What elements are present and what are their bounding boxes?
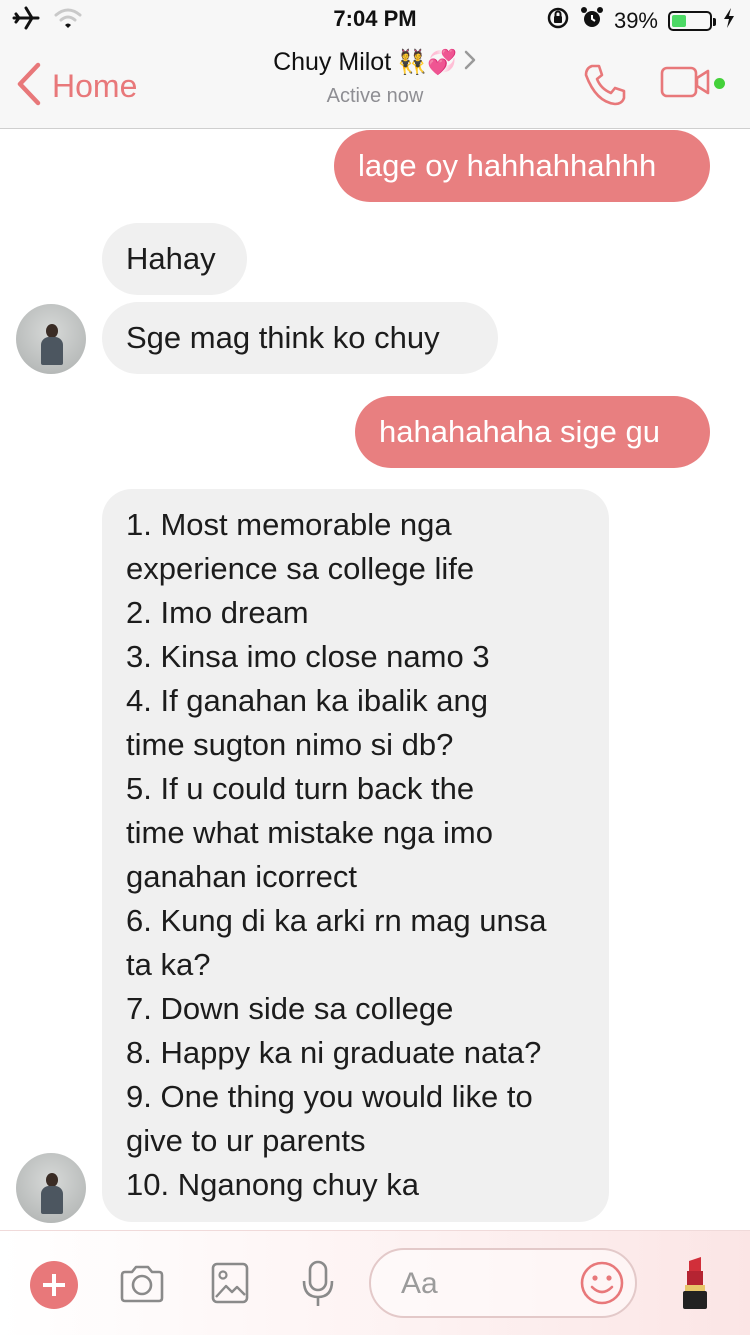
gallery-button[interactable] bbox=[210, 1261, 250, 1310]
voice-message-button[interactable] bbox=[300, 1259, 336, 1314]
contact-name-emoji: 👯💞 bbox=[397, 49, 457, 76]
camera-icon bbox=[118, 1265, 166, 1309]
avatar-body bbox=[41, 1186, 63, 1214]
message-line: 1. Most memorable nga bbox=[126, 507, 452, 542]
contact-name: Chuy Milot bbox=[273, 48, 392, 76]
message-line: 7. Down side sa college bbox=[126, 991, 454, 1026]
image-icon bbox=[210, 1262, 250, 1309]
avatar-body bbox=[41, 337, 63, 365]
chevron-right-icon bbox=[463, 49, 477, 76]
plus-icon[interactable] bbox=[30, 1261, 78, 1309]
message-line: time what mistake nga imo bbox=[126, 815, 493, 850]
conversation-title-area: Chuy Milot 👯💞 Active now bbox=[0, 48, 750, 108]
message-outgoing[interactable]: hahahahaha sige gu bbox=[355, 396, 710, 468]
message-line: 3. Kinsa imo close namo 3 bbox=[126, 639, 490, 674]
message-line: 6. Kung di ka arki rn mag unsa bbox=[126, 903, 547, 938]
alarm-icon bbox=[580, 6, 604, 35]
status-bar: 7:04 PM 39% bbox=[0, 0, 750, 40]
conversation-header: Home Chuy Milot 👯💞 Active now bbox=[0, 40, 750, 129]
phone-icon bbox=[582, 64, 628, 112]
message-line: time sugton nimo si db? bbox=[126, 727, 454, 762]
avatar-head bbox=[46, 1173, 58, 1187]
message-line: 10. Nganong chuy ka bbox=[126, 1167, 419, 1202]
camera-button[interactable] bbox=[118, 1263, 166, 1310]
video-icon bbox=[660, 66, 712, 102]
voice-call-button[interactable] bbox=[582, 62, 628, 113]
message-outgoing[interactable]: lage oy hahhahhahhh bbox=[334, 130, 710, 202]
message-line: 5. If u could turn back the bbox=[126, 771, 475, 806]
orientation-lock-icon bbox=[546, 6, 570, 35]
lipstick-icon bbox=[678, 1257, 712, 1315]
message-line: 2. Imo dream bbox=[126, 595, 309, 630]
message-input[interactable] bbox=[399, 1250, 573, 1318]
message-line: ta ka? bbox=[126, 947, 211, 982]
video-call-button[interactable] bbox=[660, 66, 712, 103]
contact-name-button[interactable]: Chuy Milot 👯💞 bbox=[273, 48, 477, 77]
message-line: experience sa college life bbox=[126, 551, 475, 586]
message-incoming[interactable]: Sge mag think ko chuy bbox=[102, 302, 498, 374]
emoji-icon bbox=[579, 1261, 625, 1310]
charging-icon bbox=[722, 7, 736, 34]
avatar-head bbox=[46, 324, 58, 338]
message-line: 9. One thing you would like to bbox=[126, 1079, 533, 1114]
message-input-container bbox=[369, 1248, 637, 1318]
contact-avatar[interactable] bbox=[16, 304, 86, 374]
active-status: Active now bbox=[326, 85, 424, 107]
message-composer bbox=[0, 1230, 750, 1335]
battery-cap bbox=[713, 17, 716, 26]
battery-percent: 39% bbox=[613, 7, 658, 33]
status-right: 39% bbox=[546, 6, 736, 35]
battery-icon bbox=[668, 10, 716, 31]
message-line: give to ur parents bbox=[126, 1123, 366, 1158]
message-incoming[interactable]: Hahay bbox=[102, 223, 247, 295]
active-indicator bbox=[714, 78, 725, 89]
message-line: 4. If ganahan ka ibalik ang bbox=[126, 683, 488, 718]
message-line: ganahan icorrect bbox=[126, 859, 357, 894]
message-line: 8. Happy ka ni graduate nata? bbox=[126, 1035, 542, 1070]
emoji-button[interactable] bbox=[579, 1260, 625, 1311]
quick-reaction-button[interactable] bbox=[678, 1255, 712, 1316]
contact-avatar[interactable] bbox=[16, 1153, 86, 1223]
message-incoming-list[interactable]: 1. Most memorable nga experience sa coll… bbox=[102, 489, 609, 1222]
microphone-icon bbox=[300, 1260, 336, 1313]
battery-fill bbox=[672, 14, 687, 27]
